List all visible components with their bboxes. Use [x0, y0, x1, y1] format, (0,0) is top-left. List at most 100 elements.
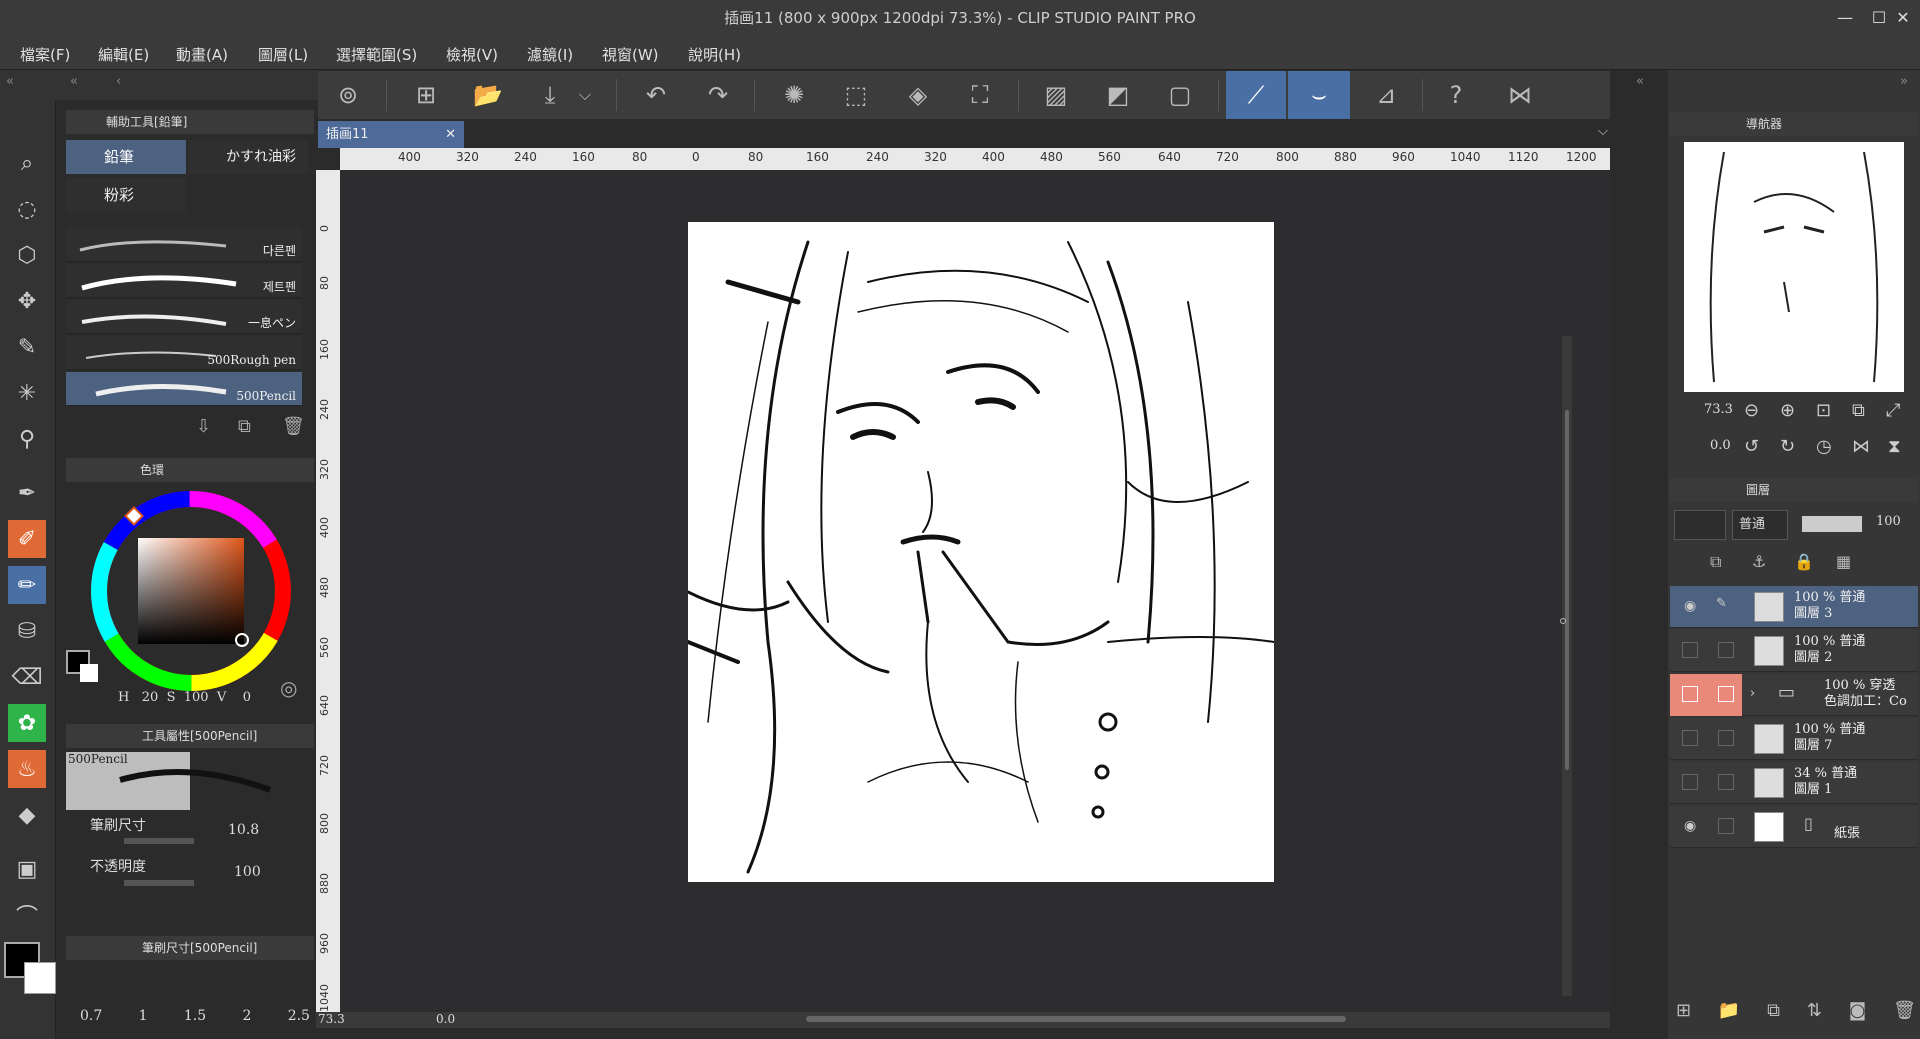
fill-tool-icon[interactable]: ◆	[8, 796, 46, 834]
pencil-tool-icon[interactable]: ✏	[8, 566, 46, 604]
decoration-tool-icon[interactable]: ✿	[8, 704, 46, 742]
menu-selection[interactable]: 選擇範圍(S)	[336, 44, 417, 65]
layer-reference-icon[interactable]: ⚓	[1752, 552, 1766, 571]
close-icon[interactable]: ✕	[1886, 0, 1920, 36]
menu-layer[interactable]: 圖層(L)	[258, 44, 308, 65]
lasso-tool-icon[interactable]: ◌	[8, 190, 46, 228]
object-tool-icon[interactable]: ⬡	[8, 236, 46, 274]
clip-studio-icon[interactable]: ⊚	[324, 71, 372, 119]
new-file-icon[interactable]: ⊞	[402, 71, 450, 119]
eyedropper-icon[interactable]: ⚲	[8, 420, 46, 458]
edit-checkbox[interactable]	[1718, 642, 1734, 658]
export-icon[interactable]: ⤓	[526, 71, 574, 119]
flip-icon[interactable]: ⋈	[1496, 71, 1544, 119]
new-raster-layer-icon[interactable]: ⊞	[1676, 1000, 1691, 1030]
eye-icon[interactable]: ◉	[1684, 598, 1696, 614]
menu-view[interactable]: 檢視(V)	[446, 44, 498, 65]
brush-size-value[interactable]: 10.8	[228, 822, 259, 838]
sub-color-swatch[interactable]	[24, 962, 56, 994]
sub-tool-pastel[interactable]: 粉彩	[66, 178, 186, 212]
transform-icon[interactable]: ⛶	[956, 71, 1004, 119]
move-tool-icon[interactable]: ✥	[8, 282, 46, 320]
transfer-icon[interactable]: ⇅	[1807, 1000, 1822, 1030]
blend-tool-icon[interactable]: ♨	[8, 750, 46, 788]
color-mode-icon[interactable]: ◎	[280, 676, 297, 700]
undo-icon[interactable]: ↶	[632, 71, 680, 119]
layer-row[interactable]: 100 % 普通 圖層 7	[1670, 718, 1918, 760]
brush-size-preset[interactable]: 0.7	[80, 1008, 102, 1024]
lock-icon[interactable]: 🔒	[1794, 552, 1814, 571]
lock-transparency-icon[interactable]: ▦	[1836, 552, 1851, 571]
opacity-value[interactable]: 100	[234, 864, 261, 880]
menu-help[interactable]: 說明(H)	[688, 44, 741, 65]
collapse-left-icon[interactable]: «	[6, 74, 14, 89]
chevron-left-icon[interactable]: ‹	[116, 74, 121, 89]
eraser-icon[interactable]: ⌫	[8, 658, 46, 696]
brush-item[interactable]: 500Rough pen	[66, 336, 302, 370]
zoom-in-icon[interactable]: ⊕	[1780, 400, 1795, 421]
status-rotation[interactable]: 0.0	[436, 1012, 455, 1026]
tab-canvas[interactable]: 插画11 ✕	[318, 121, 464, 148]
edit-checkbox[interactable]	[1718, 686, 1734, 702]
chevron-down-icon[interactable]: ⌵	[570, 71, 600, 119]
reset-rotation-icon[interactable]: ◷	[1816, 436, 1832, 457]
selection-boundary-icon[interactable]: ▢	[1156, 71, 1204, 119]
clear-icon[interactable]: ⬚	[832, 71, 880, 119]
layer-opacity-value[interactable]: 100	[1876, 514, 1901, 529]
visibility-checkbox[interactable]	[1682, 642, 1698, 658]
delete-layer-icon[interactable]: 🗑	[1893, 1000, 1916, 1030]
edit-checkbox[interactable]	[1718, 774, 1734, 790]
brush-size-preset[interactable]: 1	[139, 1008, 148, 1024]
figure-tool-icon[interactable]: ⌒	[8, 896, 46, 934]
invert-selection-icon[interactable]: ◩	[1094, 71, 1142, 119]
layer-opacity-slider[interactable]	[1802, 516, 1862, 532]
brush-size-preset[interactable]: 2.5	[288, 1008, 310, 1024]
menu-animation[interactable]: 動畫(A)	[176, 44, 228, 65]
expand-right-icon[interactable]: »	[1900, 74, 1908, 89]
close-tab-icon[interactable]: ✕	[445, 121, 456, 148]
collapse-panel-icon[interactable]: «	[70, 74, 78, 89]
brush-item[interactable]: 다른펜	[66, 228, 302, 262]
brush-tool-icon[interactable]: ✐	[8, 520, 46, 558]
eye-icon[interactable]: ◉	[1684, 818, 1696, 834]
paper-layer-row[interactable]: ◉ ▯ 紙張	[1670, 806, 1918, 848]
blend-color-dropdown[interactable]	[1674, 510, 1726, 540]
color-wheel[interactable]	[86, 486, 296, 696]
canvas-area[interactable]	[340, 170, 1610, 1022]
menu-edit[interactable]: 編輯(E)	[98, 44, 149, 65]
brush-size-preset[interactable]: 2	[242, 1008, 251, 1024]
rotate-right-icon[interactable]: ↻	[1780, 436, 1795, 457]
status-zoom[interactable]: 73.3	[318, 1012, 345, 1026]
tab-menu-chevron-icon[interactable]: ⌵	[1598, 124, 1608, 139]
visibility-checkbox[interactable]	[1682, 686, 1698, 702]
brush-size-slider[interactable]	[124, 838, 194, 844]
navigator-preview[interactable]	[1684, 142, 1904, 392]
zoom-tool-icon[interactable]: ⌕	[8, 144, 46, 182]
open-file-icon[interactable]: 📂	[464, 71, 512, 119]
collapse-right-icon[interactable]: «	[1636, 74, 1644, 89]
navigator-zoom[interactable]: 73.3	[1704, 402, 1733, 417]
layer-row[interactable]: 100 % 普通 圖層 2	[1670, 630, 1918, 672]
brush-item[interactable]: 제트펜	[66, 264, 302, 298]
minimize-icon[interactable]: —	[1828, 0, 1862, 36]
edit-checkbox[interactable]	[1718, 730, 1734, 746]
flip-horizontal-icon[interactable]: ⋈	[1852, 436, 1870, 457]
menu-filter[interactable]: 濾鏡(I)	[527, 44, 573, 65]
layer-row[interactable]: 34 % 普通 圖層 1	[1670, 762, 1918, 804]
edit-checkbox[interactable]	[1718, 818, 1734, 834]
deselect-icon[interactable]: ▨	[1032, 71, 1080, 119]
blend-mode-dropdown[interactable]: 普通	[1732, 510, 1788, 540]
download-icon[interactable]: ⇩	[196, 416, 211, 437]
visibility-checkbox[interactable]	[1682, 730, 1698, 746]
color-sub-mini[interactable]	[80, 664, 98, 682]
menu-file[interactable]: 檔案(F)	[20, 44, 70, 65]
mask-icon[interactable]: ◙	[1849, 1000, 1866, 1030]
help-icon[interactable]: ?	[1432, 71, 1480, 119]
artwork-canvas[interactable]	[688, 222, 1274, 882]
sub-tool-pencil[interactable]: 鉛筆	[66, 140, 186, 174]
snap-special-ruler-icon[interactable]: ⌣	[1288, 71, 1350, 119]
visibility-checkbox[interactable]	[1682, 774, 1698, 790]
fit-window-icon[interactable]: ⤢	[1886, 400, 1900, 421]
selection-pen-icon[interactable]: ✎	[8, 328, 46, 366]
chevron-right-icon[interactable]: ›	[1750, 686, 1755, 701]
